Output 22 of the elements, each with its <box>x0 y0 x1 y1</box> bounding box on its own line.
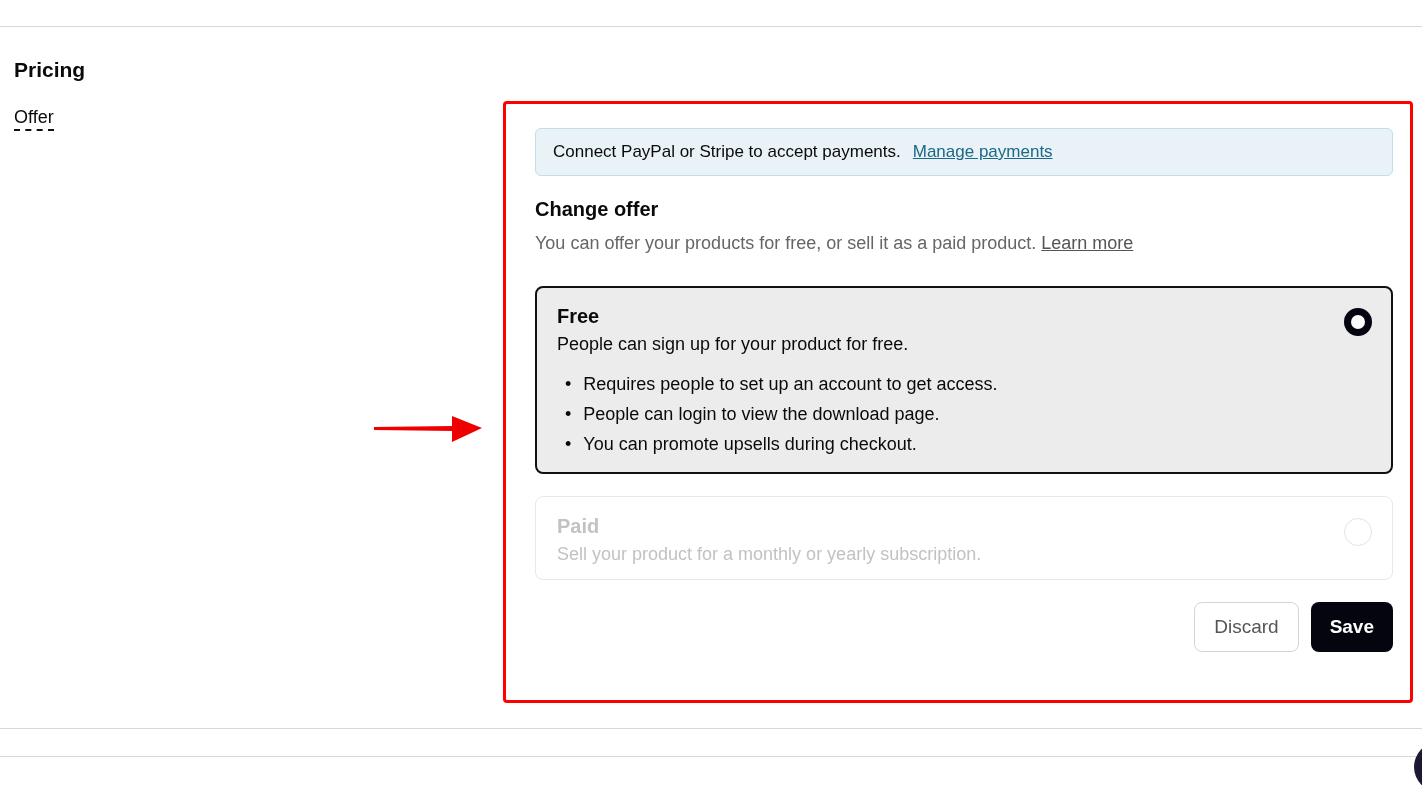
option-title: Paid <box>557 515 601 538</box>
section-title: Pricing <box>14 57 87 83</box>
notice-text: Connect PayPal or Stripe to accept payments. <box>553 142 901 162</box>
option-bullet: You can promote upsells during checkout. <box>583 433 917 456</box>
option-description: Sell your product for a monthly or yearly subscription. <box>557 544 982 565</box>
offer-option[interactable]: Free People can sign up for your product for free. • Requires people to set up an account to get access. • People can login to view the download page. • You can promote upsells during checkout. <box>535 286 1393 474</box>
option-description: People can sign up for your product for free. <box>557 334 910 355</box>
bullet-marker: • <box>565 433 572 456</box>
learn-more-link[interactable]: Learn more <box>1041 233 1134 253</box>
manage-payments-link[interactable]: Manage payments <box>912 142 1053 162</box>
field-label: Offer <box>14 107 54 131</box>
save-button[interactable]: Save <box>1310 602 1393 652</box>
discard-button[interactable]: Discard <box>1194 602 1299 652</box>
option-bullet: Requires people to set up an account to get access. <box>583 373 998 396</box>
arrow-icon <box>374 414 484 444</box>
radio-button[interactable] <box>1344 308 1372 336</box>
offer-description: You can offer your products for free, or sell it as a paid product. Learn more <box>535 233 1135 254</box>
option-title: Free <box>557 305 601 328</box>
bullet-marker: • <box>565 403 572 426</box>
option-bullet: People can login to view the download page. <box>583 403 940 426</box>
change-offer-heading: Change offer <box>535 198 660 221</box>
bullet-marker: • <box>565 373 572 396</box>
